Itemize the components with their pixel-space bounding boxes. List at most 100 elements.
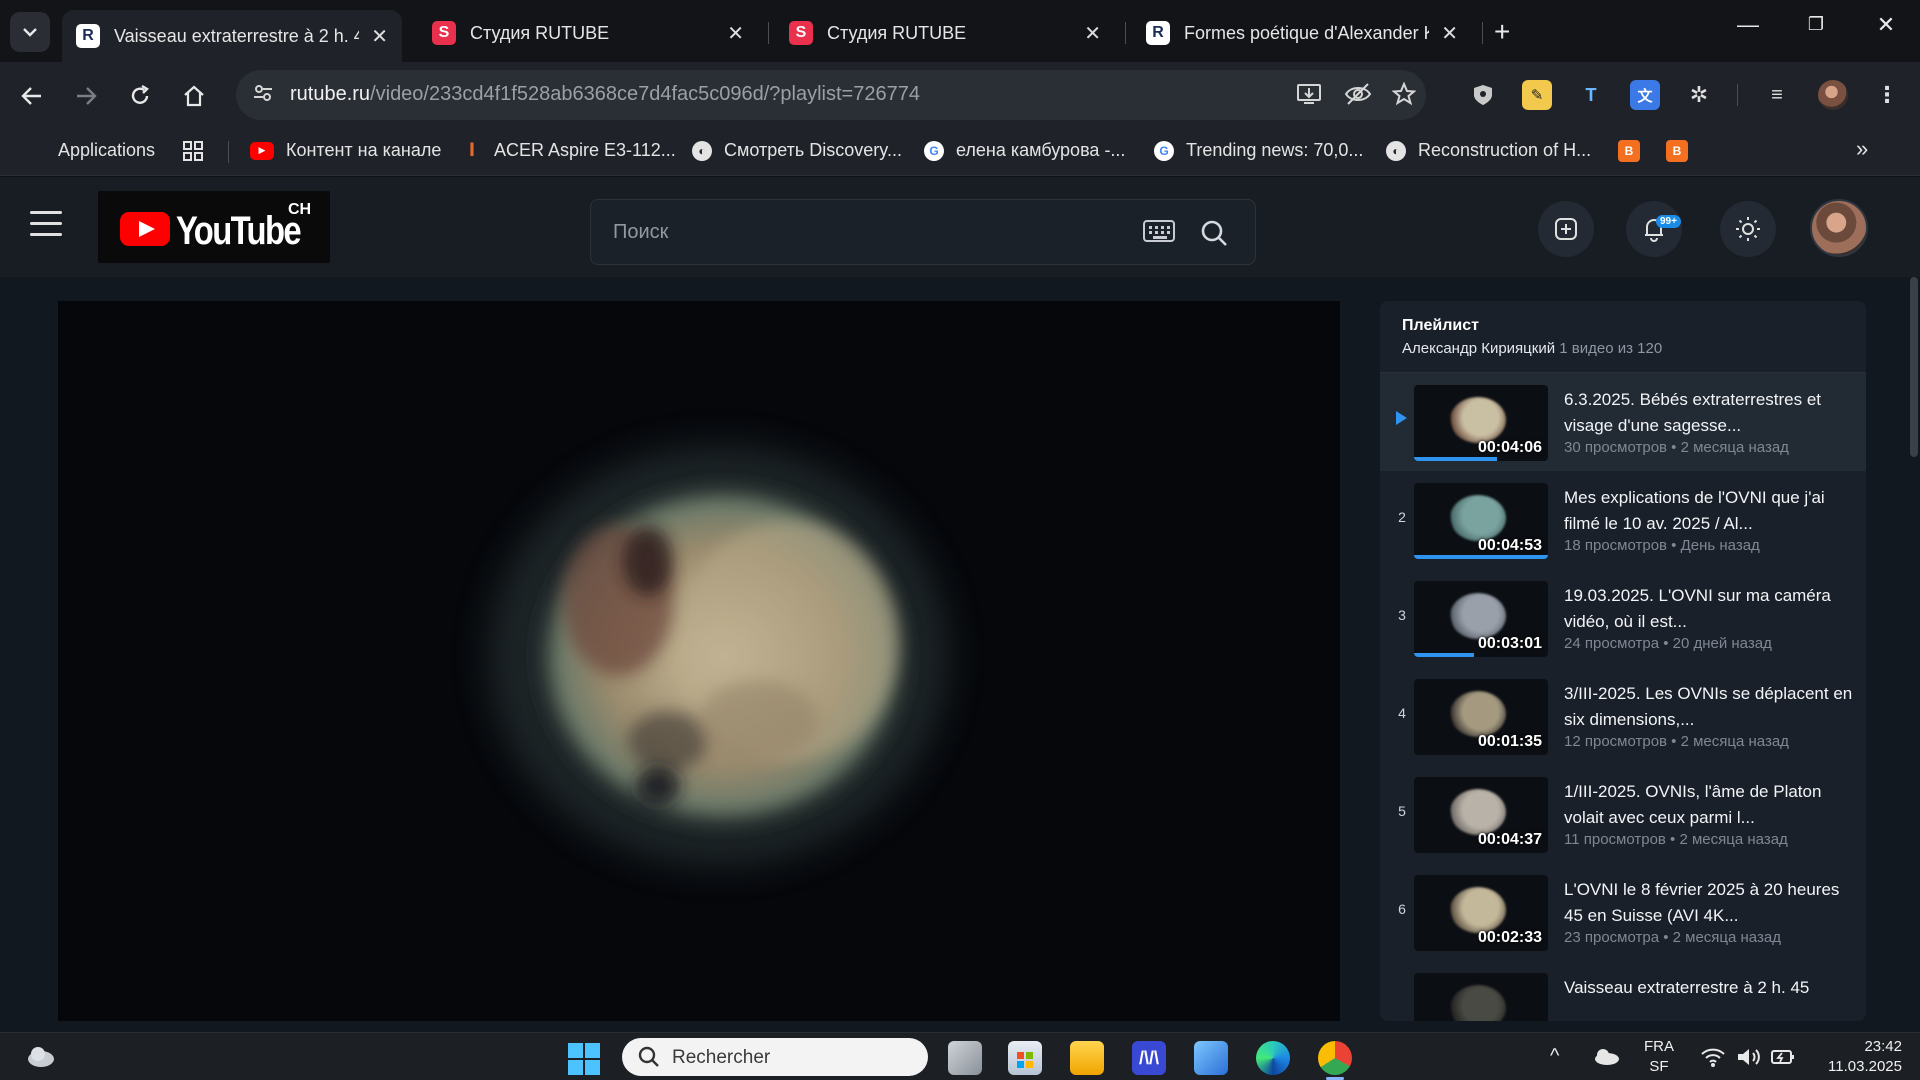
translate-extension-icon[interactable]: T xyxy=(1576,80,1606,110)
forward-button[interactable] xyxy=(66,76,106,116)
back-button[interactable] xyxy=(12,76,52,116)
playlist-item[interactable]: 6 00:02:33 L'OVNI le 8 février 2025 à 20 h… xyxy=(1380,863,1866,961)
playlist-item-title[interactable]: Vaisseau extraterrestre à 2 h. 45 xyxy=(1564,975,1854,1021)
playlist-item-title[interactable]: 3/III-2025. Les OVNIs se déplacent en si… xyxy=(1564,681,1854,733)
onedrive-cloud-icon[interactable] xyxy=(1592,1047,1620,1065)
bookmarks-overflow-chevron-icon[interactable]: » xyxy=(1856,136,1868,162)
bookmark-blogger-2[interactable]: B xyxy=(1666,140,1700,162)
upload-button[interactable] xyxy=(1538,201,1594,257)
playlist-item-title[interactable]: 1/III-2025. OVNIs, l'âme de Platon volai… xyxy=(1564,779,1854,831)
clock-time: 23:42 xyxy=(1864,1038,1902,1055)
keyboard-language[interactable]: FRA SF xyxy=(1644,1037,1674,1077)
start-button[interactable] xyxy=(568,1043,600,1075)
more-menu-icon[interactable]: ⋮ xyxy=(1872,80,1902,110)
bookmark-trending[interactable]: G Trending news: 70,0... xyxy=(1154,140,1363,161)
media-controls-icon[interactable]: ≡ xyxy=(1762,80,1792,110)
task-view-icon[interactable] xyxy=(948,1041,982,1075)
site-settings-icon[interactable] xyxy=(250,82,276,108)
playlist-item[interactable]: 5 00:04:37 1/III-2025. OVNIs, l'âme de Pla… xyxy=(1380,765,1866,863)
playlist-item-title[interactable]: L'OVNI le 8 février 2025 à 20 heures 45 … xyxy=(1564,877,1854,929)
wifi-icon[interactable] xyxy=(1700,1046,1726,1068)
google-translate-icon[interactable]: 文 xyxy=(1630,80,1660,110)
playlist-item-thumbnail[interactable]: 00:04:37 xyxy=(1414,777,1548,853)
playlist-item-title[interactable]: Mes explications de l'OVNI que j'ai film… xyxy=(1564,485,1854,537)
profile-avatar[interactable] xyxy=(1818,80,1848,110)
photos-app-icon[interactable] xyxy=(1194,1041,1228,1075)
page-scrollbar[interactable] xyxy=(1910,277,1918,457)
bookmark-kamburova[interactable]: G елена камбурова -... xyxy=(924,140,1125,161)
close-window-button[interactable]: ✕ xyxy=(1866,12,1906,38)
tracking-protection-eye-off-icon[interactable] xyxy=(1344,82,1372,112)
site-logo[interactable]: YouTube CH xyxy=(98,191,330,263)
playlist-item-thumbnail[interactable]: 00:03:01 xyxy=(1414,581,1548,657)
video-player[interactable] xyxy=(58,301,1340,1021)
chrome-browser-icon[interactable] xyxy=(1318,1041,1352,1075)
playlist-item-thumbnail[interactable]: 00:01:35 xyxy=(1414,679,1548,755)
taskbar-search[interactable]: Rechercher xyxy=(622,1038,928,1076)
theme-toggle-button[interactable] xyxy=(1720,201,1776,257)
bookmark-discovery[interactable]: ◐ Смотреть Discovery... xyxy=(692,140,902,161)
weather-cloud-icon[interactable] xyxy=(26,1043,56,1069)
playlist-item[interactable]: 2 00:04:53 Mes explications de l'OVNI que … xyxy=(1380,471,1866,569)
bookmark-applications[interactable]: Applications xyxy=(28,140,155,161)
close-icon[interactable]: ✕ xyxy=(1084,21,1101,46)
close-icon[interactable]: ✕ xyxy=(371,24,388,49)
taskbar-search-placeholder: Rechercher xyxy=(672,1047,771,1068)
notes-extension-icon[interactable]: ✎ xyxy=(1522,80,1552,110)
user-avatar[interactable] xyxy=(1810,199,1868,257)
playlist-item[interactable]: 00:04:06 6.3.2025. Bébés extraterrestres … xyxy=(1380,373,1866,471)
keyboard-icon[interactable] xyxy=(1143,220,1175,242)
bookmark-label: елена камбурова -... xyxy=(956,140,1126,160)
battery-charging-icon[interactable] xyxy=(1770,1047,1796,1067)
bookmark-tab-groups[interactable] xyxy=(182,140,204,162)
search-input[interactable] xyxy=(613,216,1113,248)
playlist-item-meta: 11 просмотров • 2 месяца назад xyxy=(1564,831,1788,848)
extensions-puzzle-icon[interactable]: ✲ xyxy=(1684,80,1714,110)
microsoft-store-icon[interactable] xyxy=(1008,1041,1042,1075)
edge-browser-icon[interactable] xyxy=(1256,1041,1290,1075)
search-icon[interactable] xyxy=(1199,218,1229,248)
close-icon[interactable]: ✕ xyxy=(727,21,744,46)
bookmark-kontent[interactable]: ▶ Контент на канале xyxy=(250,140,441,161)
playlist-item[interactable]: 4 00:01:35 3/III-2025. Les OVNIs se déplac… xyxy=(1380,667,1866,765)
file-explorer-icon[interactable] xyxy=(1070,1041,1104,1075)
taskbar-clock[interactable]: 23:42 11.03.2025 xyxy=(1800,1037,1902,1077)
bookmark-acer[interactable]: ⅼ ACER Aspire E3-112... xyxy=(462,140,676,161)
tab-studio-1[interactable]: S Студия RUTUBE ✕ xyxy=(418,10,758,56)
playlist-item-title[interactable]: 19.03.2025. L'OVNI sur ma caméra vidéo, … xyxy=(1564,583,1854,635)
playlist-item[interactable]: Vaisseau extraterrestre à 2 h. 45 xyxy=(1380,961,1866,1021)
address-url[interactable]: rutube.ru/video/233cd4f1f528ab6368ce7d4f… xyxy=(290,83,920,106)
reload-button[interactable] xyxy=(120,76,160,116)
bookmark-label: ACER Aspire E3-112... xyxy=(494,140,676,160)
shield-extension-icon[interactable] xyxy=(1468,80,1498,110)
tab-vaisseau[interactable]: R Vaisseau extraterrestre à 2 h. 45 ✕ xyxy=(62,10,402,62)
tab-formes-poetique[interactable]: R Formes poétique d'Alexander K ✕ xyxy=(1132,10,1472,56)
volume-icon[interactable] xyxy=(1736,1046,1762,1068)
notifications-button[interactable]: 99+ xyxy=(1626,201,1682,257)
restore-button[interactable]: ❐ xyxy=(1796,14,1836,35)
logo-region: CH xyxy=(288,201,312,218)
install-app-icon[interactable] xyxy=(1296,82,1322,112)
bookmark-star-icon[interactable] xyxy=(1391,81,1417,112)
tray-chevron-up-icon[interactable]: ^ xyxy=(1550,1045,1559,1068)
bookmark-reconstruction[interactable]: ◐ Reconstruction of H... xyxy=(1386,140,1591,161)
address-bar[interactable]: rutube.ru/video/233cd4f1f528ab6368ce7d4f… xyxy=(236,70,1426,120)
blogger-icon: B xyxy=(1618,140,1640,162)
playlist-item-thumbnail[interactable]: 00:04:53 xyxy=(1414,483,1548,559)
new-tab-button[interactable]: + xyxy=(1494,16,1510,48)
playlist-item-thumbnail[interactable] xyxy=(1414,973,1548,1021)
tab-studio-2[interactable]: S Студия RUTUBE ✕ xyxy=(775,10,1115,56)
playlist-author[interactable]: Александр Кирияцкий xyxy=(1402,340,1555,357)
home-button[interactable] xyxy=(174,76,214,116)
tab-search-dropdown[interactable] xyxy=(10,12,50,52)
minimize-button[interactable]: — xyxy=(1728,12,1768,38)
maxon-app-icon[interactable]: /\/\ xyxy=(1132,1041,1166,1075)
home-icon xyxy=(184,85,204,107)
playlist-item[interactable]: 3 00:03:01 19.03.2025. L'OVNI sur ma camér… xyxy=(1380,569,1866,667)
bookmark-blogger-1[interactable]: B xyxy=(1618,140,1652,162)
playlist-item-title[interactable]: 6.3.2025. Bébés extraterrestres et visag… xyxy=(1564,387,1854,439)
menu-hamburger-icon[interactable] xyxy=(30,211,62,237)
playlist-item-thumbnail[interactable]: 00:02:33 xyxy=(1414,875,1548,951)
close-icon[interactable]: ✕ xyxy=(1441,21,1458,46)
playlist-item-thumbnail[interactable]: 00:04:06 xyxy=(1414,385,1548,461)
